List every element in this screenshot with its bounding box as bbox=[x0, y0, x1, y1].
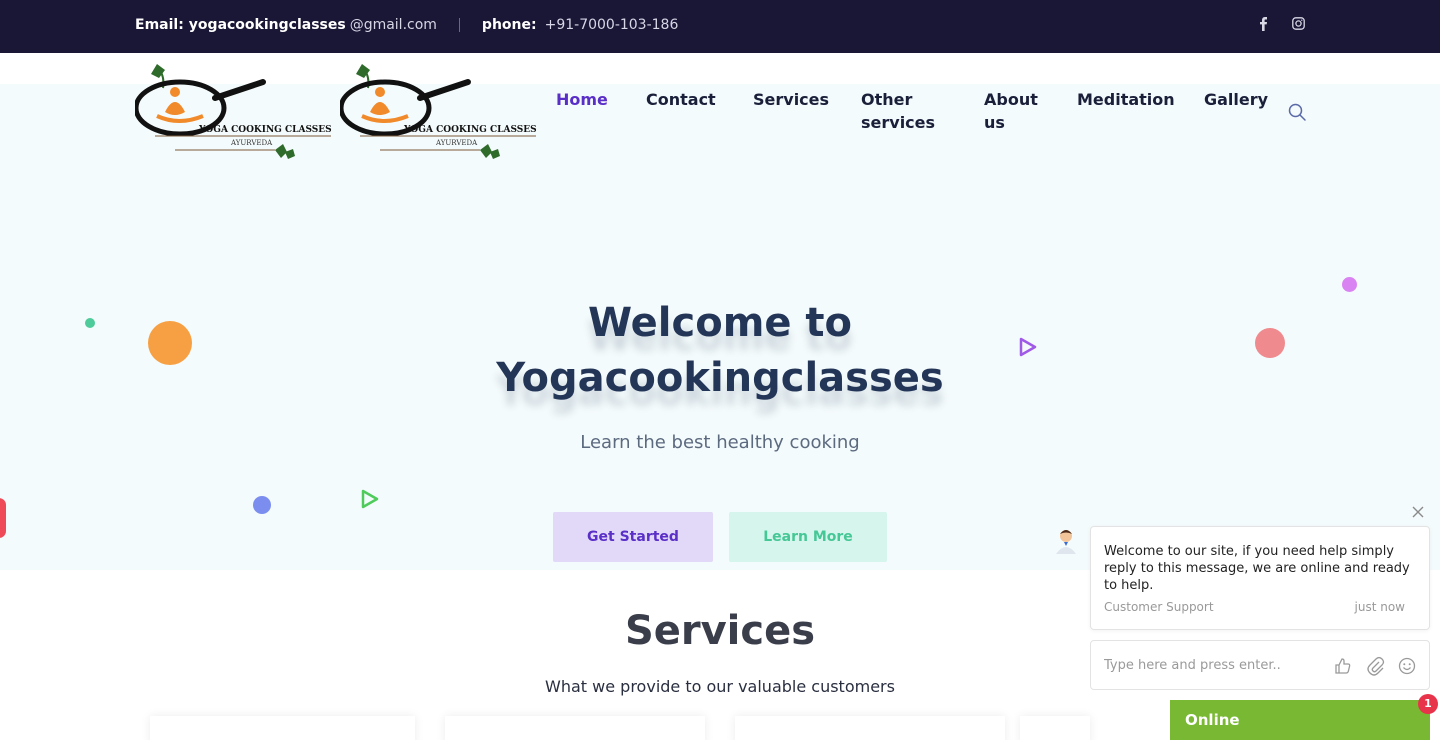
site-logo-secondary[interactable]: YOGA COOKING CLASSES AYURVEDA bbox=[338, 60, 540, 164]
chat-message-text: Welcome to our site, if you need help si… bbox=[1104, 544, 1410, 593]
service-card[interactable] bbox=[735, 716, 1005, 740]
service-card[interactable] bbox=[1020, 716, 1090, 740]
thumbs-up-icon[interactable] bbox=[1333, 656, 1353, 676]
nav-item-meditation[interactable]: Meditation bbox=[1077, 88, 1175, 111]
facebook-icon[interactable] bbox=[1259, 17, 1268, 35]
decor-circle bbox=[148, 321, 192, 365]
emoji-icon[interactable] bbox=[1397, 656, 1417, 676]
chat-timestamp: just now bbox=[1354, 600, 1405, 614]
nav-item-other-services-line1: Other bbox=[861, 90, 913, 109]
top-bar: Email: yogacookingclasses @gmail.com pho… bbox=[0, 0, 1440, 53]
chat-input-box bbox=[1090, 640, 1430, 690]
learn-more-button[interactable]: Learn More bbox=[729, 512, 887, 562]
nav-item-about-line2: us bbox=[984, 113, 1005, 132]
search-icon[interactable] bbox=[1287, 102, 1307, 122]
email-value-domain[interactable]: @gmail.com bbox=[350, 17, 437, 33]
instagram-icon[interactable] bbox=[1292, 17, 1305, 34]
decor-dot bbox=[85, 318, 95, 328]
play-triangle-icon bbox=[1018, 337, 1038, 361]
hero-subtitle: Learn the best healthy cooking bbox=[580, 432, 860, 453]
logo-subtext: AYURVEDA bbox=[230, 139, 273, 147]
phone-label: phone: bbox=[481, 17, 537, 33]
chat-status-bar[interactable]: Online bbox=[1170, 700, 1430, 740]
email-label: Email: bbox=[135, 17, 184, 33]
decor-circle bbox=[1255, 328, 1285, 358]
services-title: Services bbox=[624, 608, 816, 654]
hero-title-line1: Welcome to bbox=[587, 300, 853, 346]
agent-avatar bbox=[1052, 526, 1080, 554]
get-started-button[interactable]: Get Started bbox=[553, 512, 713, 562]
unread-badge: 1 bbox=[1418, 694, 1438, 714]
contact-info: Email: yogacookingclasses @gmail.com pho… bbox=[135, 17, 678, 33]
nav-item-gallery[interactable]: Gallery bbox=[1204, 88, 1268, 111]
chat-agent-name: Customer Support bbox=[1104, 600, 1214, 614]
site-logo[interactable]: YOGA COOKING CLASSES AYURVEDA bbox=[133, 60, 335, 164]
decor-shape bbox=[0, 498, 6, 538]
service-card[interactable] bbox=[150, 716, 415, 740]
nav-item-home[interactable]: Home bbox=[556, 88, 608, 111]
nav-item-other-services-line2: services bbox=[861, 113, 936, 132]
logo-text-secondary: YOGA COOKING CLASSES bbox=[403, 125, 537, 135]
nav-item-contact[interactable]: Contact bbox=[646, 88, 716, 111]
nav-item-services[interactable]: Services bbox=[753, 88, 829, 111]
hero-title: Welcome to Yogacookingclasses bbox=[420, 296, 1020, 406]
chat-close-icon[interactable] bbox=[1409, 505, 1427, 523]
logo-subtext-secondary: AYURVEDA bbox=[435, 139, 478, 147]
nav-item-about-us[interactable]: About us bbox=[984, 88, 1038, 134]
hero-title-line2: Yogacookingclasses bbox=[496, 355, 944, 401]
email-value-bold[interactable]: yogacookingclasses bbox=[189, 17, 346, 33]
nav-item-other-services[interactable]: Other services bbox=[861, 88, 935, 134]
play-triangle-icon bbox=[360, 489, 380, 513]
chat-input[interactable] bbox=[1104, 655, 1324, 675]
service-card[interactable] bbox=[445, 716, 705, 740]
nav-item-about-line1: About bbox=[984, 90, 1038, 109]
logo-text: YOGA COOKING CLASSES bbox=[198, 125, 332, 135]
phone-value[interactable]: +91-7000-103-186 bbox=[545, 17, 679, 33]
services-subtitle: What we provide to our valuable customer… bbox=[545, 677, 895, 696]
divider bbox=[458, 18, 460, 32]
attachment-icon[interactable] bbox=[1365, 656, 1385, 676]
decor-dot bbox=[253, 496, 271, 514]
decor-dot bbox=[1342, 277, 1357, 292]
chat-message-bubble: Welcome to our site, if you need help si… bbox=[1090, 526, 1430, 630]
